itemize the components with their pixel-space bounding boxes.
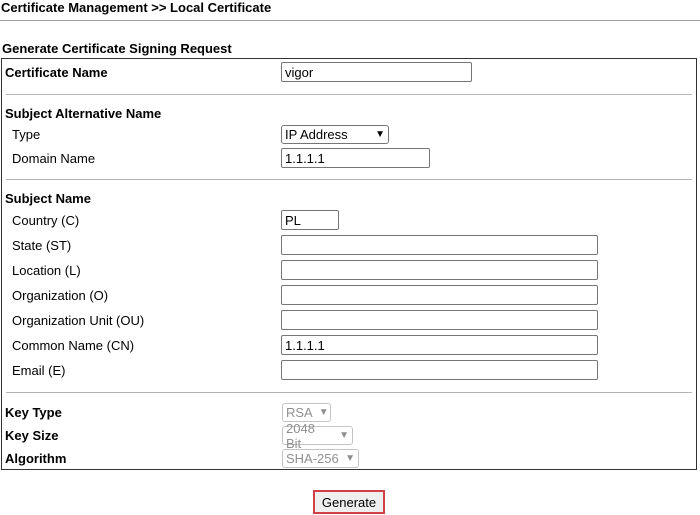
algorithm-value: SHA-256 [286, 451, 339, 466]
algorithm-label: Algorithm [5, 451, 67, 466]
breadcrumb: Certificate Management >> Local Certific… [1, 0, 272, 15]
san-type-label: Type [12, 127, 41, 142]
san-type-value: IP Address [285, 127, 348, 142]
email-label: Email (E) [12, 363, 66, 378]
key-size-select[interactable]: 2048 Bit ▼ [282, 421, 353, 451]
subject-name-heading: Subject Name [5, 191, 91, 206]
divider [6, 392, 692, 393]
section-title: Generate Certificate Signing Request [2, 41, 232, 56]
key-type-value: RSA [286, 405, 313, 420]
organization-unit-label: Organization Unit (OU) [12, 313, 145, 328]
key-type-select[interactable]: RSA ▼ [282, 403, 331, 422]
email-input[interactable] [281, 360, 598, 380]
divider [6, 94, 692, 95]
san-type-select[interactable]: IP Address ▼ [281, 125, 389, 144]
country-input[interactable] [281, 210, 339, 230]
state-input[interactable] [281, 235, 598, 255]
common-name-label: Common Name (CN) [12, 338, 135, 353]
generate-button[interactable]: Generate [313, 490, 385, 514]
domain-name-input[interactable] [281, 148, 430, 168]
divider [6, 179, 692, 180]
san-heading: Subject Alternative Name [5, 106, 162, 121]
header-divider [0, 20, 700, 21]
key-size-label: Key Size [5, 428, 59, 443]
chevron-down-icon: ▼ [375, 129, 385, 140]
key-size-value: 2048 Bit [286, 420, 315, 451]
organization-input[interactable] [281, 285, 598, 305]
state-label: State (ST) [12, 238, 72, 253]
organization-unit-input[interactable] [281, 310, 598, 330]
key-type-label: Key Type [5, 405, 62, 420]
certificate-name-input[interactable] [281, 62, 472, 82]
generate-button-label: Generate [321, 494, 377, 510]
certificate-name-label: Certificate Name [5, 65, 108, 80]
country-label: Country (C) [12, 213, 80, 228]
common-name-input[interactable] [281, 335, 598, 355]
chevron-down-icon: ▼ [318, 407, 329, 418]
domain-name-label: Domain Name [12, 151, 96, 166]
organization-label: Organization (O) [12, 288, 109, 303]
chevron-down-icon: ▼ [345, 453, 355, 464]
location-input[interactable] [281, 260, 598, 280]
algorithm-select[interactable]: SHA-256 ▼ [282, 449, 359, 468]
chevron-down-icon: ▼ [339, 430, 349, 441]
location-label: Location (L) [12, 263, 81, 278]
